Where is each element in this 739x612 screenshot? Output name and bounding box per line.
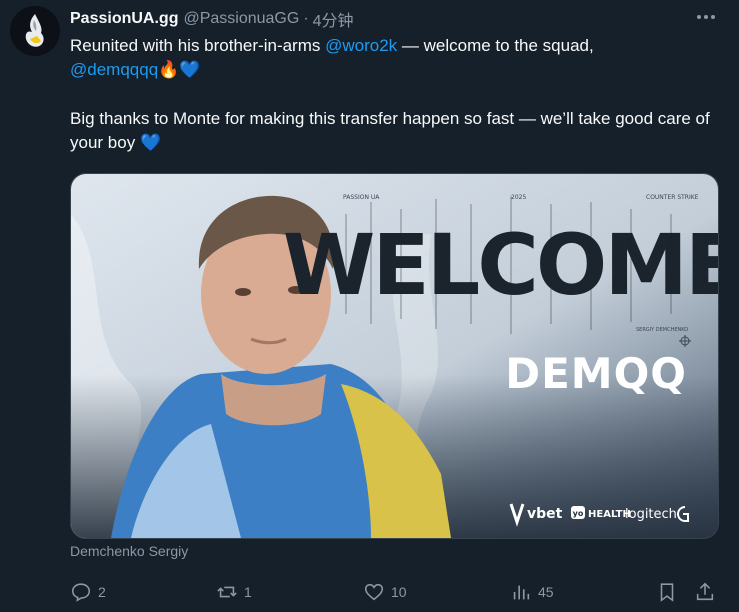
text-segment: Reunited with his brother-in-arms xyxy=(70,36,326,55)
mention-woro2k[interactable]: @woro2k xyxy=(325,36,397,55)
mention-demqqqq[interactable]: @demqqqq xyxy=(70,60,158,79)
more-button[interactable] xyxy=(695,8,717,26)
share-button[interactable] xyxy=(694,581,716,603)
paragraph-1: Reunited with his brother-in-arms @woro2… xyxy=(70,34,720,58)
view-count: 45 xyxy=(538,584,554,600)
like-icon xyxy=(364,583,384,601)
separator-dot: · xyxy=(303,10,309,27)
repost-icon xyxy=(217,586,237,598)
heart-emoji: 💙 xyxy=(179,60,201,79)
paragraph-2: Big thanks to Monte for making this tran… xyxy=(70,107,720,155)
image-caption: Demchenko Sergiy xyxy=(70,543,189,559)
small-label-mid: 2025 xyxy=(511,194,526,201)
repost-count: 1 xyxy=(244,584,252,600)
reply-button[interactable]: 2 xyxy=(70,581,106,603)
sponsor-yo-badge: yo xyxy=(573,509,584,518)
welcome-banner: WELCOME PASSION UA 2025 COUNTER STRIKE S… xyxy=(71,174,718,538)
more-icon xyxy=(697,15,715,19)
reply-icon xyxy=(71,583,91,602)
tweet-header: PassionUA.gg @PassionuaGG · 4分钟 xyxy=(70,7,719,31)
views-button[interactable]: 45 xyxy=(510,581,554,603)
paragraph-1-cont: @demqqqq🔥💙 xyxy=(70,58,720,82)
text-segment: — welcome to the squad, xyxy=(397,36,594,55)
timestamp[interactable]: 4分钟 xyxy=(313,7,354,31)
headline-text: WELCOME xyxy=(283,216,718,314)
views-icon xyxy=(513,585,530,600)
like-count: 10 xyxy=(391,584,407,600)
sponsor-vbet: vbet xyxy=(527,506,563,522)
small-player-name: SERGIY DEMCHENKO xyxy=(636,327,688,333)
tweet-image[interactable]: WELCOME PASSION UA 2025 COUNTER STRIKE S… xyxy=(70,173,719,539)
bookmark-button[interactable] xyxy=(656,581,678,603)
fire-emoji: 🔥 xyxy=(158,60,180,79)
share-icon xyxy=(696,582,714,601)
tweet-text: Reunited with his brother-in-arms @woro2… xyxy=(70,34,720,155)
display-name[interactable]: PassionUA.gg xyxy=(70,10,178,28)
passionua-logo-icon xyxy=(10,6,60,56)
sponsor-logitech: logitech xyxy=(625,507,677,522)
small-label-left: PASSION UA xyxy=(343,194,380,201)
user-handle[interactable]: @PassionuaGG xyxy=(183,10,299,28)
player-tag: DEMQQ xyxy=(505,349,687,398)
bookmark-icon xyxy=(660,583,674,602)
avatar[interactable] xyxy=(10,6,60,56)
small-label-right: COUNTER STRIKE xyxy=(646,194,699,201)
heart-emoji: 💙 xyxy=(139,133,162,152)
repost-button[interactable]: 1 xyxy=(216,581,252,603)
like-button[interactable]: 10 xyxy=(363,581,407,603)
text-segment: Big thanks to Monte for making this tran… xyxy=(70,109,710,152)
reply-count: 2 xyxy=(98,584,106,600)
action-bar: 2 1 10 45 xyxy=(70,578,720,606)
